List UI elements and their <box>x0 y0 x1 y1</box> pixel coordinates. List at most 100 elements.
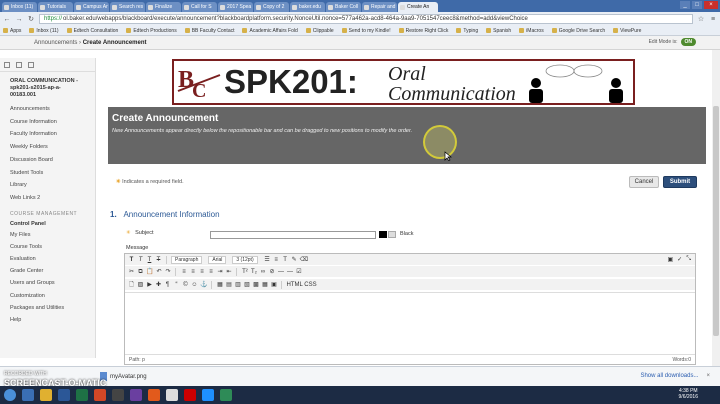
course-menu-item[interactable]: Library <box>0 179 95 192</box>
text-color-swatch[interactable] <box>379 231 387 238</box>
preview-icon[interactable]: ▣ <box>667 256 673 263</box>
scrollbar-thumb[interactable] <box>713 106 719 336</box>
insert-media-icon[interactable]: ▶ <box>146 281 153 289</box>
start-button-icon[interactable] <box>4 389 16 401</box>
system-clock[interactable]: 4:38 PM 9/6/2016 <box>679 388 698 400</box>
browser-tab[interactable]: Create An <box>398 2 438 12</box>
control-panel-item[interactable]: Customization <box>0 290 95 302</box>
link-icon[interactable]: ∞ <box>259 268 266 276</box>
powerpoint-icon[interactable] <box>94 389 106 401</box>
indent-icon[interactable]: ⇥ <box>216 268 223 276</box>
text-color-icon[interactable]: T <box>282 256 289 264</box>
folder-icon[interactable] <box>40 389 52 401</box>
bookmark-item[interactable]: Edtech Productions <box>126 28 177 34</box>
close-icon[interactable]: × <box>704 1 718 9</box>
align-center-icon[interactable]: ≡ <box>189 268 196 276</box>
clear-format-icon[interactable]: ⌫ <box>300 256 308 264</box>
table-row-icon[interactable]: ▤ <box>225 281 232 289</box>
fullscreen-icon[interactable]: ⤡ <box>686 256 691 263</box>
anchor-icon[interactable]: ⚓ <box>200 281 207 289</box>
numbered-list-icon[interactable]: ≡ <box>273 256 280 264</box>
edit-mode-toggle[interactable]: ON <box>680 38 696 46</box>
spellcheck-icon[interactable]: ✓ <box>677 256 682 263</box>
cancel-button[interactable]: Cancel <box>629 176 659 188</box>
word-icon[interactable] <box>58 389 70 401</box>
browser-tab[interactable]: Repair and <box>362 2 397 12</box>
undo-icon[interactable]: ↶ <box>155 268 162 276</box>
font-select[interactable]: Arial <box>208 255 227 264</box>
chrome-icon[interactable] <box>166 389 178 401</box>
course-menu-item[interactable]: Faculty Information <box>0 128 95 141</box>
bookmark-item[interactable]: iMacros <box>519 28 544 34</box>
message-body[interactable] <box>125 292 695 354</box>
url-field[interactable]: https:// ol.baker.edu/webapps/blackboard… <box>39 14 693 24</box>
control-panel-item[interactable]: Help <box>0 314 95 326</box>
underline-icon[interactable]: T <box>146 256 153 264</box>
excel-icon[interactable] <box>76 389 88 401</box>
bookmark-item[interactable]: Send to my Kindle! <box>341 28 391 34</box>
table-icon[interactable]: ▦ <box>216 281 223 289</box>
bookmark-item[interactable]: ViewPure <box>613 28 641 34</box>
bookmark-item[interactable]: Inbox (11) <box>29 28 59 34</box>
table-col-icon[interactable]: ▥ <box>234 281 241 289</box>
paste-icon[interactable]: 📋 <box>146 268 153 276</box>
bookmark-item[interactable]: Restore Right Click <box>398 28 448 34</box>
justify-icon[interactable]: ≡ <box>207 268 214 276</box>
menu-display-icon[interactable] <box>28 61 34 68</box>
align-right-icon[interactable]: ≡ <box>198 268 205 276</box>
taskbar-app-icon[interactable] <box>202 389 214 401</box>
copy-icon[interactable]: ⧉ <box>137 268 144 276</box>
browser-tab[interactable]: Baker Coll <box>326 2 361 12</box>
size-select[interactable]: 3 (12pt) <box>232 255 258 264</box>
control-panel-item[interactable]: Packages and Utilities <box>0 302 95 314</box>
download-item[interactable]: myAvatar.png <box>100 372 147 381</box>
firefox-icon[interactable] <box>148 389 160 401</box>
bookmark-item[interactable]: BB Faculty Contact <box>184 28 234 34</box>
table-merge-icon[interactable]: ▩ <box>252 281 259 289</box>
html-css-label[interactable]: HTML CSS <box>286 281 316 289</box>
line-icon[interactable]: — <box>286 268 293 276</box>
submit-button[interactable]: Submit <box>663 176 697 188</box>
maximize-icon[interactable]: □ <box>692 1 702 9</box>
italic-icon[interactable]: T <box>137 256 144 264</box>
back-icon[interactable]: ← <box>3 16 11 23</box>
bookmark-item[interactable]: Edtech Consultation <box>66 28 118 34</box>
course-menu-item[interactable]: Web Links 2 <box>0 192 95 205</box>
emoticon-icon[interactable]: ☺ <box>191 281 198 289</box>
control-panel-item[interactable]: Grade Center <box>0 265 95 277</box>
menu-icon[interactable]: ≡ <box>709 16 717 23</box>
taskbar-app-icon[interactable] <box>130 389 142 401</box>
minimize-icon[interactable]: _ <box>680 1 690 9</box>
browser-tab[interactable]: baker.edu <box>290 2 325 12</box>
taskbar-app-icon[interactable] <box>220 389 232 401</box>
bookmark-item[interactable]: Google Drive Search <box>551 28 605 34</box>
page-scrollbar[interactable] <box>712 50 720 366</box>
paragraph-select[interactable]: Paragraph <box>171 255 203 264</box>
browser-tab[interactable]: Search res <box>110 2 145 12</box>
spell-icon[interactable]: ☑ <box>295 268 302 276</box>
course-name[interactable]: ORAL COMMUNICATION - spk201-s2015-ap-a-0… <box>0 72 95 103</box>
course-menu-item[interactable]: Student Tools <box>0 167 95 180</box>
bookmark-item[interactable]: Clippable <box>305 28 334 34</box>
control-panel-item[interactable]: Evaluation <box>0 253 95 265</box>
browser-tab[interactable]: Campus Ar <box>74 2 109 12</box>
redo-icon[interactable]: ↷ <box>164 268 171 276</box>
unlink-icon[interactable]: ⊘ <box>268 268 275 276</box>
control-panel-item[interactable]: My Files <box>0 229 95 241</box>
bookmark-item[interactable]: Typing <box>456 28 478 34</box>
table-delete-icon[interactable]: ▣ <box>270 281 277 289</box>
reload-icon[interactable]: ↻ <box>27 15 35 23</box>
show-all-downloads-link[interactable]: Show all downloads... <box>640 373 698 379</box>
bookmark-item[interactable]: Academic Affairs Fold <box>242 28 298 34</box>
superscript-icon[interactable]: T² <box>241 268 248 276</box>
refresh-icon[interactable] <box>16 61 22 68</box>
color-picker-button[interactable] <box>388 231 396 238</box>
bookmark-item[interactable]: Apps <box>3 28 21 34</box>
bold-icon[interactable]: T <box>128 256 135 264</box>
browser-tab[interactable]: Call for S <box>182 2 217 12</box>
course-menu-item[interactable]: Discussion Board <box>0 154 95 167</box>
browser-tab[interactable]: 2017 Spea <box>218 2 253 12</box>
forward-icon[interactable]: → <box>15 16 23 23</box>
browser-tab[interactable]: Copy of 2 <box>254 2 289 12</box>
add-menu-item-icon[interactable] <box>4 61 10 68</box>
